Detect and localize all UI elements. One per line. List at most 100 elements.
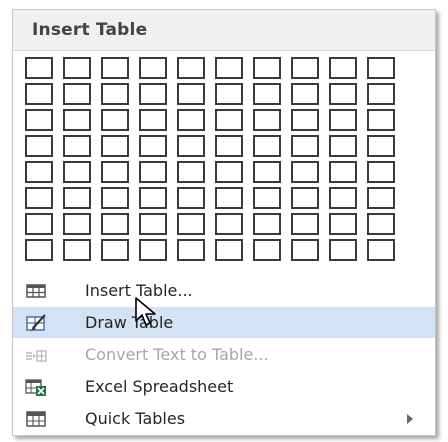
grid-cell[interactable] [253, 187, 281, 209]
grid-cell[interactable] [367, 57, 395, 79]
grid-cell[interactable] [101, 187, 129, 209]
grid-cell[interactable] [101, 57, 129, 79]
grid-cell[interactable] [291, 109, 319, 131]
menu-item-label: Quick Tables [85, 409, 186, 428]
grid-cell[interactable] [215, 187, 243, 209]
grid-cell[interactable] [367, 135, 395, 157]
grid-cell[interactable] [253, 57, 281, 79]
excel-icon [25, 379, 46, 396]
grid-cell[interactable] [25, 109, 53, 131]
grid-cell[interactable] [329, 135, 357, 157]
grid-cell[interactable] [329, 239, 357, 261]
grid-cell[interactable] [63, 109, 91, 131]
grid-cell[interactable] [329, 57, 357, 79]
grid-cell[interactable] [177, 187, 205, 209]
menu-item-draw-table[interactable]: Draw Table [13, 307, 435, 338]
table-icon [26, 284, 46, 298]
grid-cell[interactable] [291, 83, 319, 105]
grid-cell[interactable] [101, 239, 129, 261]
grid-cell[interactable] [215, 161, 243, 183]
grid-cell[interactable] [139, 83, 167, 105]
grid-cell[interactable] [177, 135, 205, 157]
grid-cell[interactable] [101, 83, 129, 105]
grid-cell[interactable] [215, 109, 243, 131]
submenu-arrow-icon [407, 414, 413, 424]
grid-cell[interactable] [63, 135, 91, 157]
menu-header: Insert Table [13, 10, 435, 51]
grid-cell[interactable] [367, 239, 395, 261]
grid-cell[interactable] [139, 109, 167, 131]
pencil-table-icon [26, 314, 46, 331]
grid-cell[interactable] [253, 161, 281, 183]
menu-item-label: Convert Text to Table... [85, 345, 269, 364]
grid-cell[interactable] [139, 213, 167, 235]
quick-tables-icon [26, 411, 46, 427]
grid-cell[interactable] [25, 83, 53, 105]
grid-cell[interactable] [215, 213, 243, 235]
grid-cell[interactable] [139, 135, 167, 157]
grid-cell[interactable] [367, 213, 395, 235]
grid-cell[interactable] [177, 57, 205, 79]
grid-cell[interactable] [253, 135, 281, 157]
grid-cell[interactable] [291, 187, 319, 209]
grid-cell[interactable] [367, 161, 395, 183]
grid-cell[interactable] [63, 161, 91, 183]
grid-cell[interactable] [139, 57, 167, 79]
grid-cell[interactable] [367, 83, 395, 105]
grid-cell[interactable] [25, 187, 53, 209]
grid-cell[interactable] [215, 83, 243, 105]
menu-item-label: Draw Table [85, 313, 174, 332]
grid-cell[interactable] [177, 83, 205, 105]
grid-cell[interactable] [291, 161, 319, 183]
grid-cell[interactable] [253, 109, 281, 131]
grid-cell[interactable] [101, 109, 129, 131]
grid-cell[interactable] [101, 213, 129, 235]
grid-cell[interactable] [177, 213, 205, 235]
grid-cell[interactable] [177, 239, 205, 261]
grid-cell[interactable] [139, 161, 167, 183]
menu-item-excel-spreadsheet[interactable]: Excel Spreadsheet [13, 371, 435, 402]
grid-cell[interactable] [63, 213, 91, 235]
grid-cell[interactable] [25, 135, 53, 157]
grid-cell[interactable] [139, 187, 167, 209]
grid-cell[interactable] [329, 187, 357, 209]
grid-cell[interactable] [253, 83, 281, 105]
mouse-cursor-icon [135, 297, 156, 326]
menu-items: Insert Table... Draw Table Convert Text … [13, 275, 435, 435]
grid-cell[interactable] [291, 213, 319, 235]
grid-cell[interactable] [367, 187, 395, 209]
convert-text-icon [26, 350, 47, 362]
menu-item-insert-table[interactable]: Insert Table... [13, 275, 435, 306]
grid-cell[interactable] [25, 213, 53, 235]
grid-cell[interactable] [177, 109, 205, 131]
menu-item-convert-text[interactable]: Convert Text to Table... [13, 339, 435, 370]
grid-cell[interactable] [63, 187, 91, 209]
grid-cell[interactable] [25, 57, 53, 79]
menu-item-quick-tables[interactable]: Quick Tables [13, 403, 435, 434]
grid-cell[interactable] [291, 239, 319, 261]
grid-cell[interactable] [367, 109, 395, 131]
grid-cell[interactable] [177, 161, 205, 183]
menu-item-label: Excel Spreadsheet [85, 377, 234, 396]
grid-cell[interactable] [329, 161, 357, 183]
grid-cell[interactable] [139, 239, 167, 261]
grid-cell[interactable] [329, 109, 357, 131]
grid-cell[interactable] [101, 135, 129, 157]
grid-cell[interactable] [253, 213, 281, 235]
grid-cell[interactable] [253, 239, 281, 261]
grid-cell[interactable] [25, 239, 53, 261]
grid-cell[interactable] [63, 239, 91, 261]
grid-cell[interactable] [63, 57, 91, 79]
grid-cell[interactable] [215, 135, 243, 157]
grid-cell[interactable] [25, 161, 53, 183]
insert-table-menu: Insert Table Insert Table... Draw Table … [12, 9, 436, 436]
grid-cell[interactable] [329, 213, 357, 235]
grid-cell[interactable] [215, 57, 243, 79]
grid-cell[interactable] [329, 83, 357, 105]
grid-cell[interactable] [101, 161, 129, 183]
table-size-grid [25, 57, 395, 261]
grid-cell[interactable] [215, 239, 243, 261]
grid-cell[interactable] [63, 83, 91, 105]
grid-cell[interactable] [291, 135, 319, 157]
grid-cell[interactable] [291, 57, 319, 79]
